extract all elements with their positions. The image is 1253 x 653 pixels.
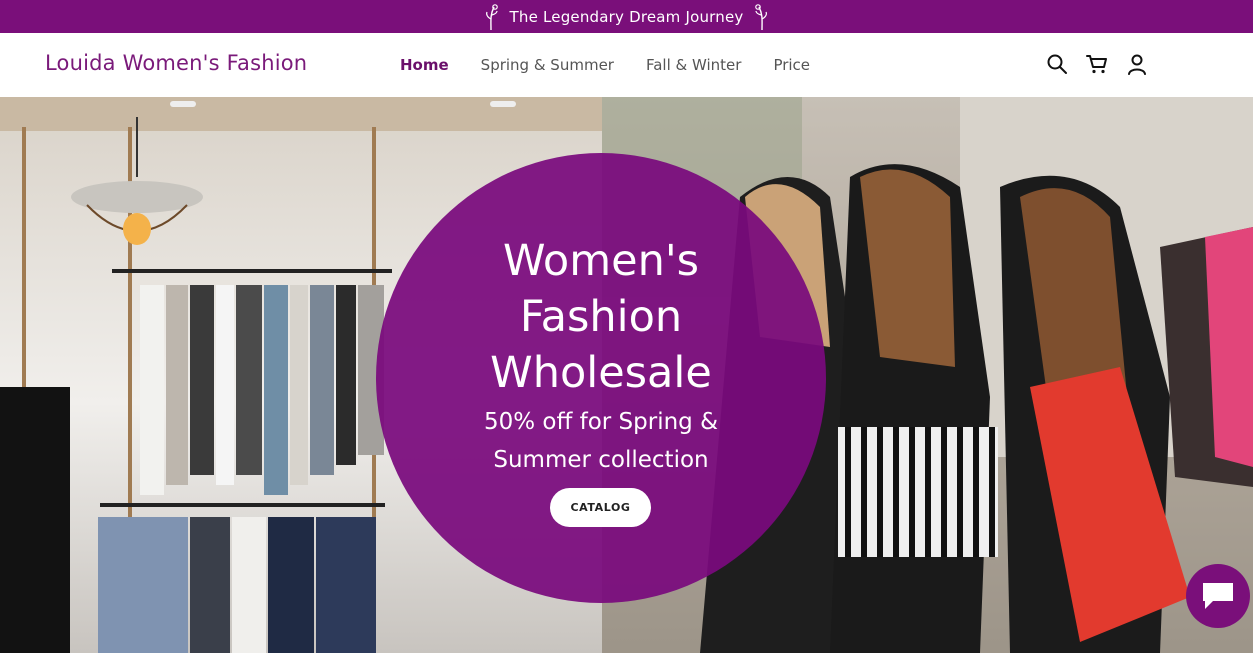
account-icon[interactable] (1126, 53, 1148, 75)
hero-banner: Women's Fashion Wholesale 50% off for Sp… (0, 97, 1253, 653)
flower-sprig-icon (485, 3, 498, 30)
catalog-button[interactable]: CATALOG (550, 488, 651, 527)
main-nav: Home Spring & Summer Fall & Winter Price (400, 56, 810, 74)
nav-home[interactable]: Home (400, 56, 449, 74)
flower-sprig-icon (755, 3, 768, 30)
header-actions (1046, 53, 1148, 75)
hero-sub-line1: 50% off for Spring & (483, 409, 719, 435)
hero-headline: Women's Fashion Wholesale (376, 233, 826, 401)
nav-spring-summer[interactable]: Spring & Summer (481, 56, 614, 74)
brand-logo[interactable]: Louida Women's Fashion (45, 51, 307, 75)
nav-price[interactable]: Price (773, 56, 810, 74)
promo-circle: Women's Fashion Wholesale 50% off for Sp… (376, 153, 826, 603)
cart-icon[interactable] (1086, 53, 1108, 75)
hero-subheadline: 50% off for Spring & Summer collection (436, 403, 766, 479)
announcement-bar: The Legendary Dream Journey (0, 0, 1253, 33)
hero-headline-line1: Women's (502, 236, 700, 286)
hero-headline-line3: Wholesale (490, 348, 712, 398)
hero-sub-line2: Summer collection (493, 447, 709, 473)
chat-bubble-icon (1203, 583, 1233, 609)
search-icon[interactable] (1046, 53, 1068, 75)
hero-headline-line2: Fashion (519, 292, 683, 342)
announcement-text: The Legendary Dream Journey (509, 7, 744, 26)
chat-button[interactable] (1186, 564, 1250, 628)
nav-fall-winter[interactable]: Fall & Winter (646, 56, 741, 74)
site-header: Louida Women's Fashion Home Spring & Sum… (0, 33, 1253, 97)
